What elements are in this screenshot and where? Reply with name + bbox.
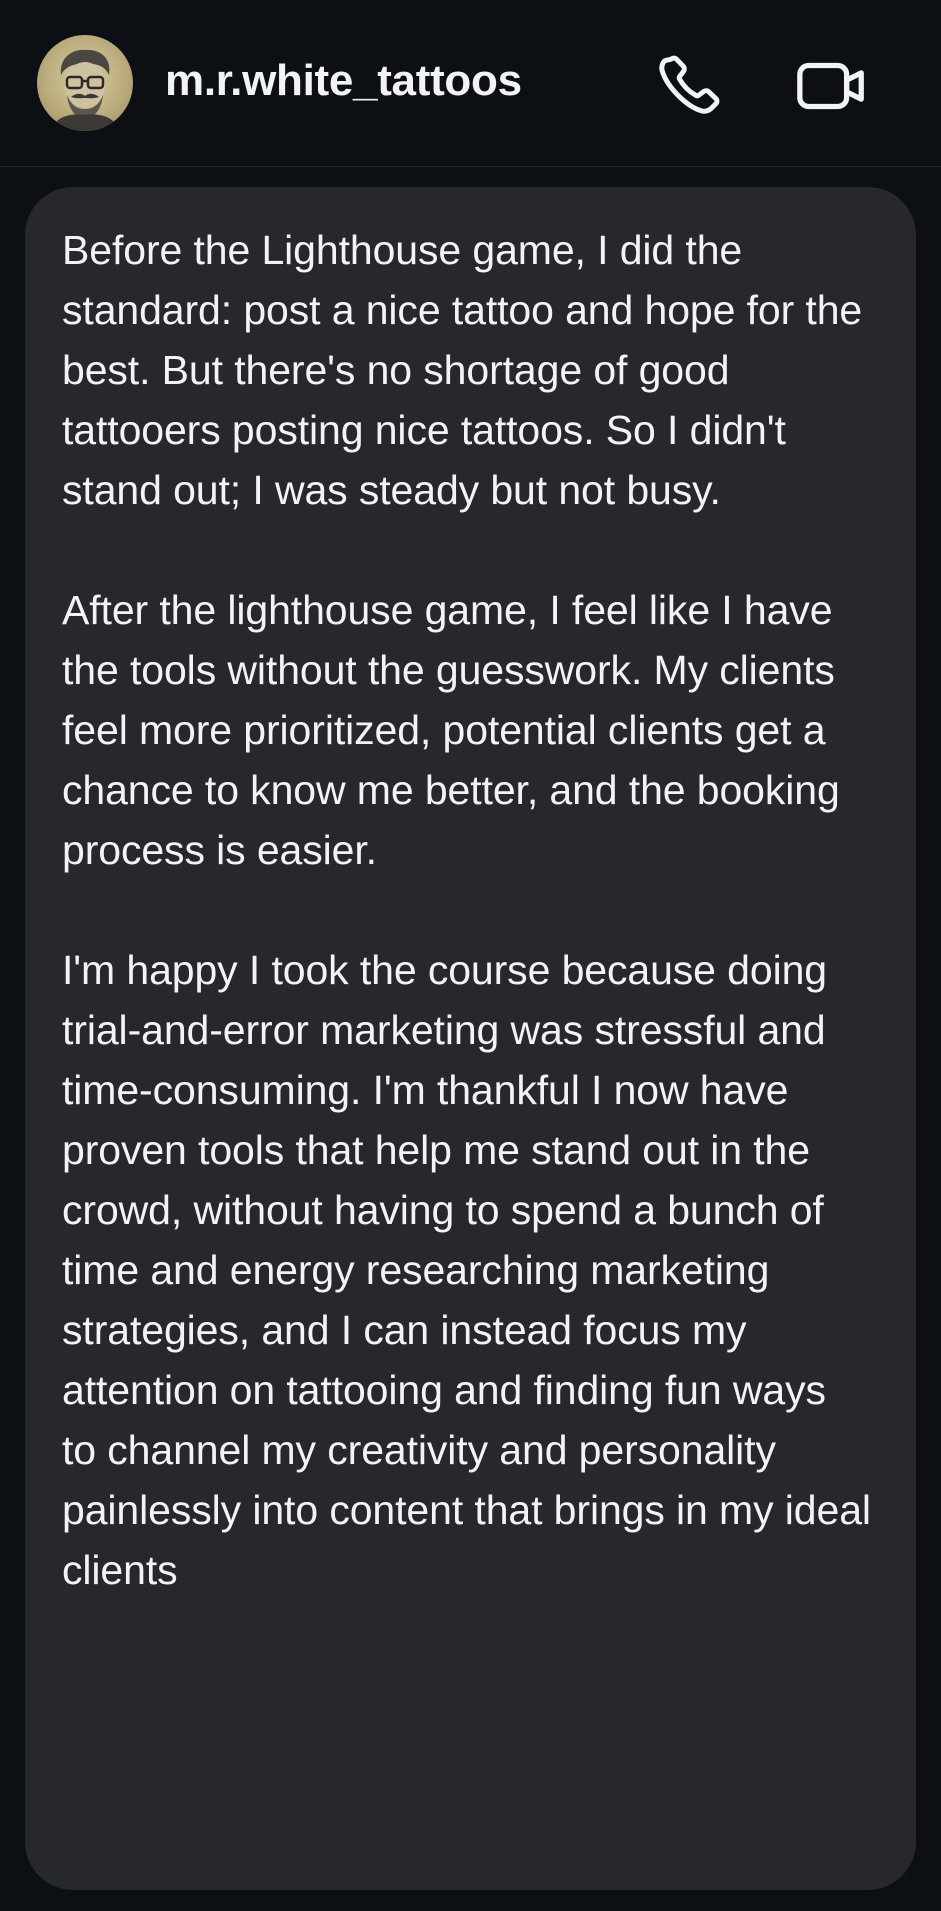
message-paragraph: I'm happy I took the course because doin… xyxy=(62,947,871,1593)
message-paragraph: Before the Lighthouse game, I did the st… xyxy=(62,227,863,513)
message-paragraph: After the lighthouse game, I feel like I… xyxy=(62,587,840,873)
username[interactable]: m.r.white_tattoos xyxy=(165,56,522,106)
cartoon-bearded-man-avatar-icon xyxy=(51,49,119,131)
message-bubble[interactable]: Before the Lighthouse game, I did the st… xyxy=(25,187,916,1890)
video-camera-icon xyxy=(797,62,864,110)
video-call-button[interactable] xyxy=(790,44,874,128)
chat-header: m.r.white_tattoos xyxy=(0,0,941,167)
avatar[interactable] xyxy=(37,35,133,131)
call-button[interactable] xyxy=(645,44,729,128)
dm-thread-screen: m.r.white_tattoos Before the Lighthouse … xyxy=(0,0,941,1911)
phone-icon xyxy=(659,55,720,114)
